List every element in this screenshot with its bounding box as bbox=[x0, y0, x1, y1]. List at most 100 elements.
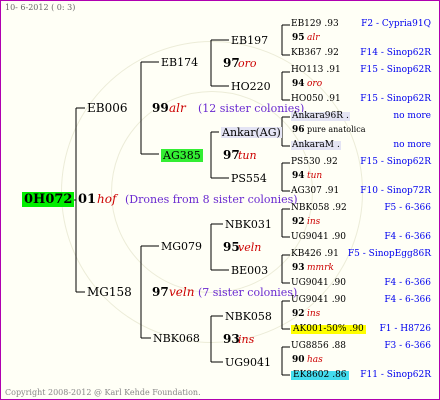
gen5-queen-id: EK8602 bbox=[293, 370, 330, 380]
gen4-queen-id[interactable]: BE003 bbox=[231, 265, 268, 276]
dam-id[interactable]: EB006 bbox=[87, 102, 127, 114]
dam-note: (12 sister colonies) bbox=[198, 102, 305, 115]
gen5-queen-year: .91 bbox=[324, 249, 339, 259]
gen5-breeder: tun bbox=[307, 171, 323, 181]
gen5-breeder: ins bbox=[307, 309, 321, 319]
gen5-queen-year: .91 bbox=[326, 65, 341, 75]
gen5-queen-entry[interactable]: Ankara96R. bbox=[291, 112, 350, 121]
gen5-breed-line: F2 - Cypria91Q bbox=[361, 19, 431, 29]
gen5-queen-year: .91 bbox=[324, 186, 340, 196]
dam-breeder: alr bbox=[169, 101, 186, 115]
sire-note: (7 sister colonies) bbox=[198, 286, 298, 299]
gen5-queen-id: PS530 bbox=[291, 157, 321, 167]
gen3-queen-id[interactable]: EB174 bbox=[161, 57, 198, 68]
gen5-breed-line: F3 - 6-366 bbox=[384, 341, 431, 351]
gen5-queen-id: NBK058 bbox=[291, 203, 330, 213]
gen5-queen-id: KB426 bbox=[291, 249, 322, 259]
gen5-breed-line: F15 - Sinop62R bbox=[360, 157, 431, 167]
gen5-queen-entry[interactable]: AK001-50% .90 bbox=[291, 325, 366, 334]
sire-breeder: veln bbox=[169, 285, 195, 299]
gen5-queen-year: .92 bbox=[332, 203, 347, 213]
gen5-breed-line: F4 - 6-366 bbox=[384, 278, 431, 288]
gen5-queen-year: .90 bbox=[331, 278, 347, 288]
root-queen-breeder: hof bbox=[97, 192, 117, 206]
gen4-queen-id[interactable]: NBK058 bbox=[225, 311, 272, 322]
gen5-breed-line: F5 - SinopEgg86R bbox=[347, 249, 431, 259]
gen5-queen-year: .90 bbox=[331, 295, 347, 305]
gen5-queen-entry[interactable]: NBK058.92 bbox=[291, 204, 347, 213]
gen5-queen-id: UG9041 bbox=[291, 295, 329, 305]
gen5-queen-id: Ankara96R bbox=[292, 111, 344, 121]
gen4-queen-id[interactable]: Ankar(AG) bbox=[221, 127, 282, 138]
gen5-queen-id: UG9041 bbox=[291, 278, 329, 288]
root-queen-id[interactable]: 0H072 bbox=[22, 192, 75, 207]
gen5-number: 92 bbox=[292, 309, 305, 319]
gen5-queen-id: AK001-50% bbox=[293, 324, 347, 334]
gen5-breed-line: no more bbox=[393, 111, 431, 121]
sire-id[interactable]: MG158 bbox=[87, 286, 132, 298]
gen5-queen-id: EB129 bbox=[291, 19, 322, 29]
gen5-breed-line: F1 - H8726 bbox=[379, 324, 432, 334]
gen5-queen-entry[interactable]: KB367.92 bbox=[291, 49, 339, 58]
gen4-queen-id[interactable]: UG9041 bbox=[225, 357, 271, 368]
gen5-breeder: ins bbox=[307, 217, 321, 227]
gen4-queen-id[interactable]: EB197 bbox=[231, 35, 268, 46]
gen3-queen-id[interactable]: AG385 bbox=[161, 149, 203, 162]
dam-number: 99 bbox=[152, 101, 169, 115]
gen5-breeder: alr bbox=[307, 33, 320, 43]
gen3-queen-id[interactable]: NBK068 bbox=[153, 333, 200, 344]
root-drone-note: (Drones from 8 sister colonies) bbox=[125, 193, 298, 206]
gen5-queen-entry[interactable]: HO050.91 bbox=[291, 95, 341, 104]
gen5-number: 94 bbox=[292, 79, 305, 89]
gen4-queen-id[interactable]: PS554 bbox=[231, 173, 267, 184]
gen5-number: 95 bbox=[292, 33, 305, 43]
gen4-queen-id[interactable]: NBK031 bbox=[225, 219, 272, 230]
gen5-queen-entry[interactable]: UG9041.90 bbox=[291, 233, 346, 242]
gen5-breed-line: F10 - Sinop72R bbox=[360, 186, 431, 196]
gen5-queen-entry[interactable]: PS530.92 bbox=[291, 158, 338, 167]
gen5-breed-line: no more bbox=[393, 140, 431, 150]
gen5-queen-id: UG9041 bbox=[291, 232, 329, 242]
gen5-queen-entry[interactable]: EK8602.86 bbox=[291, 371, 349, 380]
gen5-breeder: mmrk bbox=[307, 263, 334, 273]
gen5-queen-year: .92 bbox=[324, 48, 339, 58]
gen3-queen-id[interactable]: MG079 bbox=[161, 241, 202, 252]
gen5-queen-year: .91 bbox=[326, 94, 341, 104]
gen5-queen-entry[interactable]: KB426.91 bbox=[291, 250, 339, 259]
gen5-queen-entry[interactable]: EB129.93 bbox=[291, 20, 339, 29]
gen5-breed-line: F11 - Sinop62R bbox=[360, 370, 431, 380]
gen5-queen-entry[interactable]: UG9041.90 bbox=[291, 296, 346, 305]
gen5-queen-id: KB367 bbox=[291, 48, 322, 58]
gen5-breeder: has bbox=[307, 355, 323, 365]
gen5-breed-line: F15 - Sinop62R bbox=[360, 65, 431, 75]
gen5-queen-year: . bbox=[337, 140, 340, 150]
pedigree-diagram: 10- 6-2012 ( 0: 3) 0H072 01 hof (Drones … bbox=[0, 0, 440, 400]
gen5-breed-line: F15 - Sinop62R bbox=[360, 94, 431, 104]
gen5-breeder: oro bbox=[307, 79, 323, 89]
gen5-number: 96 bbox=[292, 125, 305, 135]
gen5-queen-year: .90 bbox=[331, 232, 347, 242]
gen5-breeder: pure anatolica bbox=[307, 125, 366, 134]
gen5-queen-entry[interactable]: AG307.91 bbox=[291, 187, 339, 196]
gen5-breed-line: F4 - 6-366 bbox=[384, 232, 431, 242]
gen5-queen-id: HO113 bbox=[291, 65, 324, 75]
gen3-breeder: oro bbox=[238, 57, 257, 70]
gen5-number: 92 bbox=[292, 217, 305, 227]
gen3-breeder: tun bbox=[238, 149, 257, 162]
gen5-queen-id: HO050 bbox=[291, 94, 324, 104]
gen5-queen-id: AG307 bbox=[291, 186, 322, 196]
gen5-queen-year: .88 bbox=[331, 341, 347, 351]
gen5-queen-entry[interactable]: UG8856.88 bbox=[291, 342, 346, 351]
root-queen-number: 01 bbox=[78, 192, 97, 207]
gen5-queen-year: .90 bbox=[349, 324, 364, 334]
gen5-queen-year: .86 bbox=[332, 370, 347, 380]
gen5-queen-entry[interactable]: HO113.91 bbox=[291, 66, 341, 75]
gen4-queen-id[interactable]: HO220 bbox=[231, 81, 271, 92]
gen5-queen-year: . bbox=[346, 111, 349, 121]
copyright-footer: Copyright 2008-2012 @ Karl Kehde Foundat… bbox=[5, 388, 201, 397]
gen3-breeder: ins bbox=[238, 333, 255, 346]
gen5-queen-id: UG8856 bbox=[291, 341, 329, 351]
gen5-queen-entry[interactable]: AnkaraM. bbox=[291, 141, 341, 150]
gen5-queen-entry[interactable]: UG9041.90 bbox=[291, 279, 346, 288]
sire-number: 97 bbox=[152, 285, 169, 299]
